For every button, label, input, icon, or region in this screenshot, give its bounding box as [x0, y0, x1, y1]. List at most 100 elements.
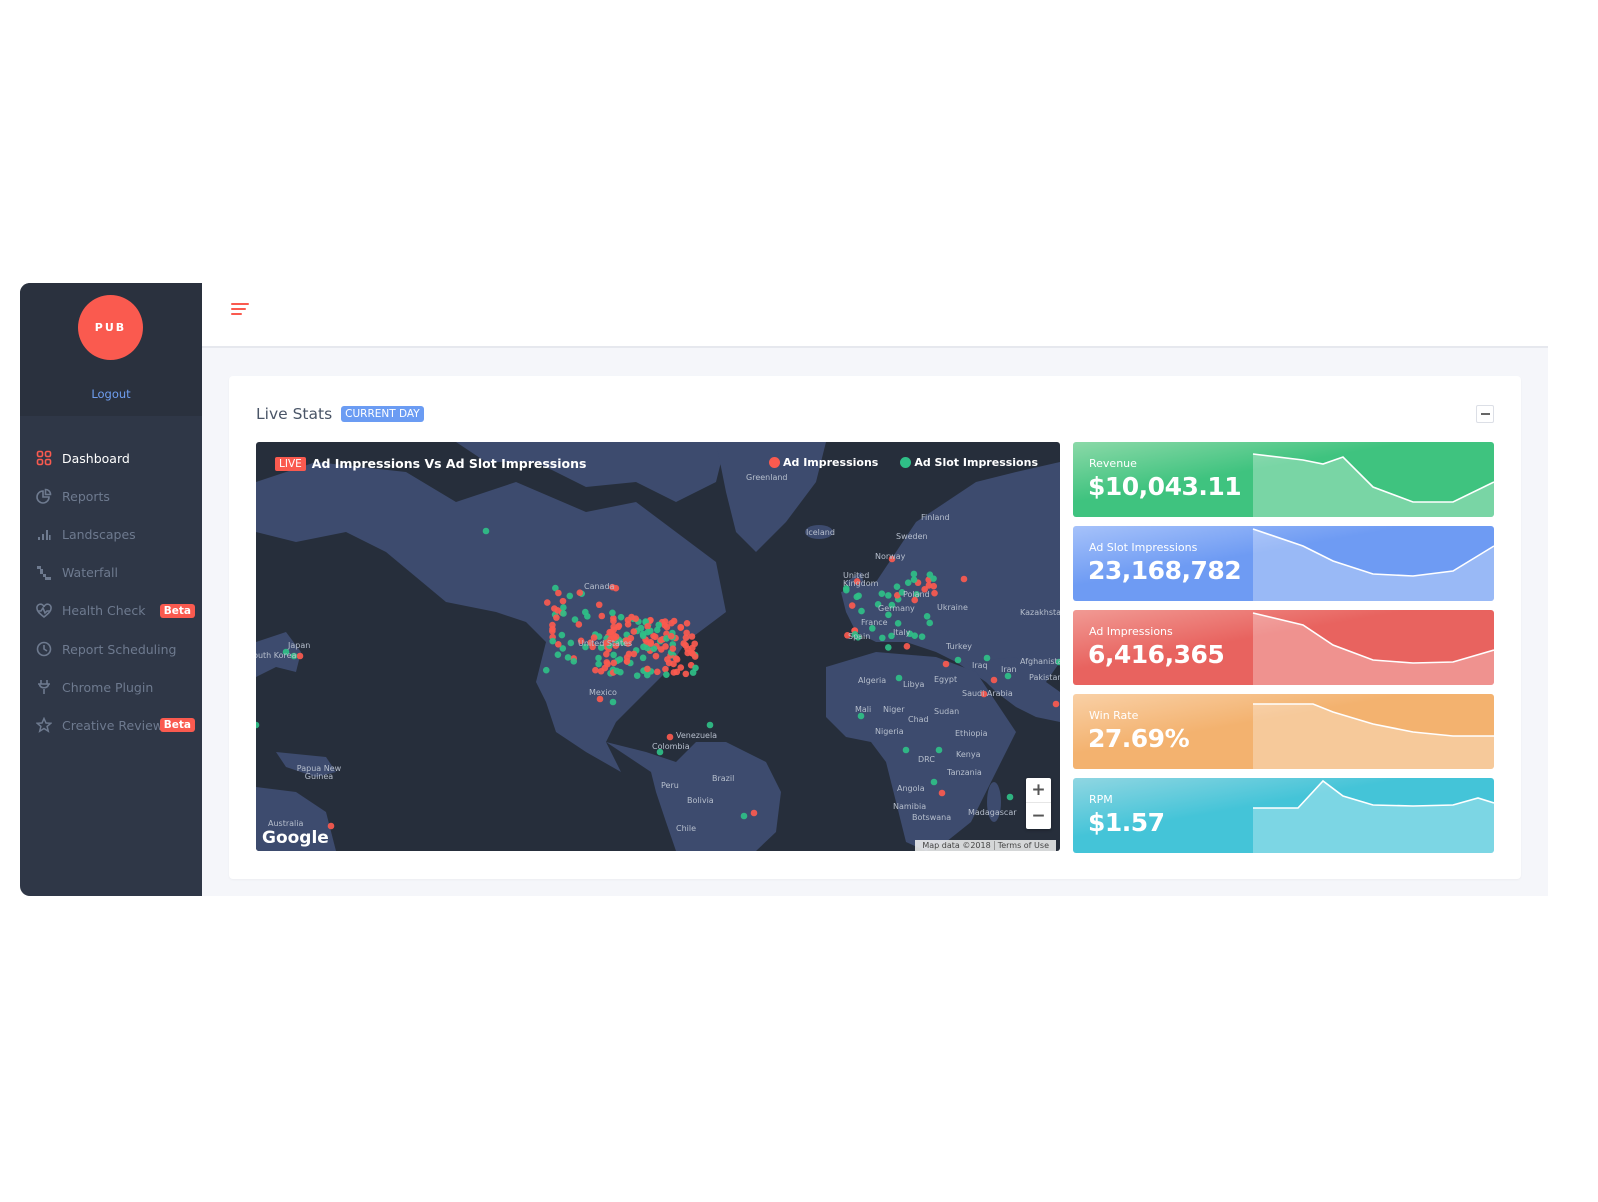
world-map[interactable]: LIVE Ad Impressions Vs Ad Slot Impressio… — [256, 442, 1060, 851]
geo-label: Ukraine — [937, 603, 968, 612]
impression-dot — [677, 624, 685, 632]
impression-dot — [683, 619, 691, 627]
sidebar-item-reports[interactable]: Reports — [20, 477, 202, 515]
impression-dot — [879, 634, 886, 642]
geo-label: Angola — [897, 784, 925, 793]
impression-dot — [296, 652, 304, 660]
impression-dot — [595, 654, 602, 662]
impression-dot — [601, 664, 609, 672]
geo-label: Algeria — [858, 676, 887, 685]
waterfall-icon — [35, 564, 52, 581]
impression-dot — [570, 658, 578, 665]
impression-dot — [930, 582, 938, 590]
geo-label: Iceland — [806, 528, 835, 537]
impression-dot — [893, 583, 901, 590]
sidebar-item-chrome-plugin[interactable]: Chrome Plugin — [20, 668, 202, 706]
impression-dot — [672, 655, 680, 662]
logout-link[interactable]: Logout — [20, 387, 202, 401]
map-title-text: Ad Impressions Vs Ad Slot Impressions — [311, 456, 587, 471]
impression-dot — [895, 674, 903, 682]
legend-dot-red — [768, 457, 780, 468]
sidebar-item-label: Creative Review — [62, 717, 163, 733]
impression-dot — [930, 778, 938, 786]
impression-dot — [990, 676, 998, 684]
impression-dot — [926, 619, 934, 627]
sidebar-profile: PUB Logout — [20, 283, 202, 416]
legend-ad-impressions[interactable]: Ad Impressions — [768, 456, 878, 469]
stat-value: 27.69% — [1088, 724, 1190, 753]
impression-dot — [942, 660, 950, 668]
geo-label: Peru — [661, 781, 679, 790]
map-data-text: Map data ©2018 — [922, 841, 991, 850]
geo-label: Pakistan — [1029, 673, 1060, 682]
sidebar-item-dashboard[interactable]: Dashboard — [20, 439, 202, 477]
live-badge: LIVE — [275, 456, 306, 471]
period-badge: CURRENT DAY — [341, 406, 424, 422]
impression-dot — [884, 644, 892, 651]
impression-dot — [858, 607, 865, 615]
impression-dot — [903, 643, 911, 650]
geo-label: Libya — [903, 680, 925, 689]
clock-icon — [35, 641, 52, 658]
sidebar-item-health-check[interactable]: Health Check Beta — [20, 592, 202, 630]
hamburger-icon[interactable] — [231, 303, 253, 319]
impression-dot — [543, 599, 551, 606]
geo-label: Colombia — [652, 742, 690, 751]
legend-ad-slot-impressions[interactable]: Ad Slot Impressions — [900, 456, 1038, 469]
map-legend: Ad Impressions Ad Slot Impressions — [747, 456, 1038, 469]
avatar[interactable]: PUB — [78, 295, 143, 360]
geo-label: United States — [578, 639, 633, 648]
impression-dot — [615, 622, 623, 630]
geo-label: France — [861, 618, 888, 627]
impression-dot — [670, 617, 678, 625]
zoom-out-button[interactable]: − — [1026, 803, 1051, 828]
sidebar-item-label: Waterfall — [62, 565, 118, 581]
geo-label: Niger — [883, 705, 905, 714]
impression-dot — [644, 665, 651, 673]
impression-dot — [938, 789, 946, 797]
sidebar: PUB Logout Dashboard Reports Landscapes … — [20, 283, 202, 896]
geo-label: Sweden — [896, 532, 928, 541]
impression-dot — [558, 631, 566, 639]
zoom-in-button[interactable]: + — [1026, 778, 1051, 803]
geo-label: Namibia — [893, 802, 927, 811]
sidebar-nav: Dashboard Reports Landscapes Waterfall H… — [20, 416, 202, 745]
sidebar-item-creative-review[interactable]: Creative Review Beta — [20, 706, 202, 744]
impression-dot — [610, 659, 618, 667]
impression-dot — [904, 579, 912, 586]
geo-label: Ethiopia — [955, 729, 988, 738]
impression-dot — [595, 660, 602, 668]
impression-dot — [542, 666, 550, 674]
geo-label: Germany — [878, 604, 915, 613]
impression-dot — [663, 671, 670, 678]
card-header: Live Stats CURRENT DAY — [256, 405, 424, 423]
terms-link[interactable]: Terms of Use — [993, 841, 1052, 850]
stat-card-win-rate: Win Rate 27.69% — [1073, 694, 1494, 769]
impression-dot — [560, 604, 567, 611]
impression-dot — [665, 659, 673, 667]
geo-label: United Kingdom — [843, 571, 879, 588]
impression-dot — [549, 625, 556, 633]
geo-label: Iran — [1001, 665, 1017, 674]
impression-dot — [554, 607, 562, 614]
star-icon — [35, 717, 52, 734]
impression-dot — [554, 651, 562, 658]
card-title: Live Stats — [256, 405, 333, 423]
impression-dot — [625, 650, 633, 658]
sidebar-item-waterfall[interactable]: Waterfall — [20, 554, 202, 592]
geo-label: Kenya — [956, 750, 981, 759]
geo-label: Botswana — [912, 813, 952, 822]
impression-dot — [592, 666, 599, 674]
sidebar-item-report-scheduling[interactable]: Report Scheduling — [20, 630, 202, 668]
map-title: LIVE Ad Impressions Vs Ad Slot Impressio… — [275, 456, 586, 471]
stat-label: RPM — [1089, 793, 1113, 806]
impression-dot — [654, 668, 661, 676]
impression-dot — [567, 639, 575, 647]
impression-dots — [256, 527, 1060, 830]
geo-label: Brazil — [712, 774, 735, 783]
geo-label: DRC — [918, 755, 935, 764]
minus-icon — [1480, 413, 1490, 415]
sidebar-item-landscapes[interactable]: Landscapes — [20, 515, 202, 553]
impression-dot — [595, 601, 603, 609]
collapse-button[interactable] — [1476, 405, 1494, 423]
